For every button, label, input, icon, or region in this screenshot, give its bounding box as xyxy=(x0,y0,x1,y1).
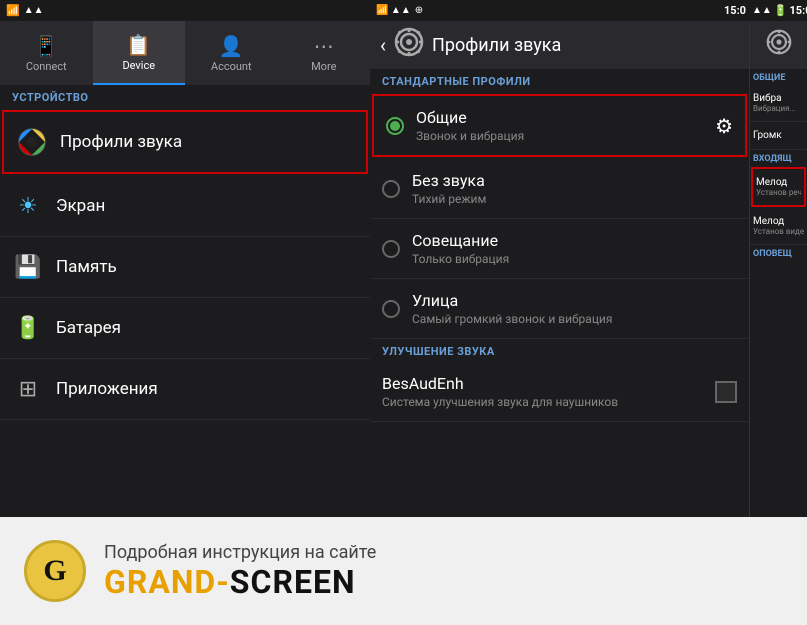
signal-icon-mid: 📶 ▲▲ xyxy=(376,5,411,16)
banner-logo-letter: G xyxy=(43,554,66,588)
tab-more-label: More xyxy=(311,60,336,73)
status-time-mid: 15:0 xyxy=(724,4,746,17)
middle-title-text: Профили звука xyxy=(432,35,561,56)
sound-profiles-label: Профили звука xyxy=(60,132,182,152)
profile-info-meeting: Совещание Только вибрация xyxy=(412,231,737,266)
radio-btn-silent[interactable] xyxy=(382,180,400,198)
profile-item-street[interactable]: Улица Самый громкий звонок и вибрация xyxy=(370,279,749,339)
wifi-icon: 📶 xyxy=(6,4,20,17)
bottom-banner: G Подробная инструкция на сайте GRAND-SC… xyxy=(0,517,807,625)
status-time-right: 15:0 xyxy=(790,4,807,17)
enhance-info: BesAudEnh Система улучшения звука для на… xyxy=(382,374,715,409)
tab-connect-label: Connect xyxy=(26,60,67,73)
back-arrow-icon[interactable]: ‹ xyxy=(380,33,386,57)
more-icon: ⋯ xyxy=(314,34,334,58)
apps-label: Приложения xyxy=(56,379,158,399)
battery-icon-right: 🔋 xyxy=(774,4,788,17)
gps-icon: ⊕ xyxy=(415,5,423,16)
radio-btn-street[interactable] xyxy=(382,300,400,318)
right-general-header: ОБЩИЕ xyxy=(750,69,807,85)
profile-name-meeting: Совещание xyxy=(412,231,737,250)
tab-more[interactable]: ⋯ More xyxy=(278,21,371,85)
right-item-melody1-title: Мелод xyxy=(756,177,801,188)
right-item-melody1[interactable]: Мелод Установ речевых xyxy=(751,167,806,207)
profile-info-street: Улица Самый громкий звонок и вибрация xyxy=(412,291,737,326)
left-section-header: УСТРОЙСТВО xyxy=(0,85,370,108)
profile-info-general: Общие Звонок и вибрация xyxy=(416,108,715,143)
banner-subtitle: Подробная инструкция на сайте xyxy=(104,542,376,563)
right-notif-header: ОПОВЕЩ xyxy=(750,245,807,261)
right-item-melody2-title: Мелод xyxy=(753,216,804,227)
profile-desc-street: Самый громкий звонок и вибрация xyxy=(412,312,737,326)
apps-icon: ⊞ xyxy=(12,373,44,405)
tab-device-label: Device xyxy=(122,59,155,72)
profile-item-silent[interactable]: Без звука Тихий режим xyxy=(370,159,749,219)
banner-brand: GRAND-SCREEN xyxy=(104,563,376,601)
menu-item-sound-profiles[interactable]: Профили звука xyxy=(2,110,368,174)
profile-name-general: Общие xyxy=(416,108,715,127)
banner-logo: G xyxy=(24,540,86,602)
device-icon: 📋 xyxy=(126,33,151,57)
right-panel: ОБЩИЕ Вибра Вибрация... Громк ВХОДЯЩ Мел… xyxy=(750,21,807,517)
sound-profiles-icon xyxy=(16,126,48,158)
right-item-volume-title: Громк xyxy=(753,130,804,141)
screen-icon: ☀ xyxy=(12,190,44,222)
tab-connect[interactable]: 📱 Connect xyxy=(0,21,93,85)
profile-name-silent: Без звука xyxy=(412,171,737,190)
battery-label: Батарея xyxy=(56,318,121,338)
middle-title-icon xyxy=(394,27,424,64)
right-item-melody1-desc: Установ речевых xyxy=(756,188,801,197)
banner-brand-part1: GRAND- xyxy=(104,563,230,601)
menu-item-apps[interactable]: ⊞ Приложения xyxy=(0,359,370,420)
right-item-melody2-desc: Установ видеовы xyxy=(753,227,804,236)
right-item-vibra1[interactable]: Вибра Вибрация... xyxy=(750,85,807,122)
right-item-volume[interactable]: Громк xyxy=(750,122,807,150)
tab-device[interactable]: 📋 Device xyxy=(93,21,186,85)
screen-label: Экран xyxy=(56,196,105,216)
enhance-desc: Система улучшения звука для наушников xyxy=(382,395,715,409)
tab-account-label: Account xyxy=(211,60,252,73)
banner-text-block: Подробная инструкция на сайте GRAND-SCRE… xyxy=(104,542,376,601)
left-panel: 📱 Connect 📋 Device 👤 Account ⋯ More УСТР… xyxy=(0,21,370,517)
enhance-item[interactable]: BesAudEnh Система улучшения звука для на… xyxy=(370,362,749,422)
gear-icon-general[interactable]: ⚙ xyxy=(715,114,733,138)
right-item-vibra1-title: Вибра xyxy=(753,93,804,104)
radio-btn-general[interactable] xyxy=(386,117,404,135)
middle-panel: ‹ Профили звука xyxy=(370,21,750,517)
signal-icon: ▲▲ xyxy=(24,5,44,16)
middle-panel-header: ‹ Профили звука xyxy=(370,21,749,69)
connect-icon: 📱 xyxy=(34,34,59,58)
profile-desc-meeting: Только вибрация xyxy=(412,252,737,266)
account-icon: 👤 xyxy=(219,34,244,58)
right-item-melody2[interactable]: Мелод Установ видеовы xyxy=(750,208,807,245)
profile-item-meeting[interactable]: Совещание Только вибрация xyxy=(370,219,749,279)
profile-item-general[interactable]: Общие Звонок и вибрация ⚙ xyxy=(372,94,747,157)
profile-name-street: Улица xyxy=(412,291,737,310)
banner-brand-part2: SCREEN xyxy=(230,563,356,601)
right-incoming-header: ВХОДЯЩ xyxy=(750,150,807,166)
memory-label: Память xyxy=(56,257,117,277)
profile-desc-silent: Тихий режим xyxy=(412,192,737,206)
enhance-checkbox[interactable] xyxy=(715,381,737,403)
menu-item-battery[interactable]: 🔋 Батарея xyxy=(0,298,370,359)
menu-item-memory[interactable]: 💾 Память xyxy=(0,237,370,298)
enhance-name: BesAudEnh xyxy=(382,374,715,393)
right-item-vibra1-desc: Вибрация... xyxy=(753,104,804,113)
menu-item-screen[interactable]: ☀ Экран xyxy=(0,176,370,237)
right-header-icon xyxy=(766,29,792,61)
tab-account[interactable]: 👤 Account xyxy=(185,21,278,85)
profile-desc-general: Звонок и вибрация xyxy=(416,129,715,143)
middle-section-header-enhance: УЛУЧШЕНИЕ ЗВУКА xyxy=(370,339,749,362)
right-panel-header xyxy=(750,21,807,69)
profile-info-silent: Без звука Тихий режим xyxy=(412,171,737,206)
radio-btn-meeting[interactable] xyxy=(382,240,400,258)
signal-icon-right: ▲▲ xyxy=(752,5,772,16)
battery-icon: 🔋 xyxy=(12,312,44,344)
memory-icon: 💾 xyxy=(12,251,44,283)
tab-bar: 📱 Connect 📋 Device 👤 Account ⋯ More xyxy=(0,21,370,85)
middle-section-header-standard: СТАНДАРТНЫЕ ПРОФИЛИ xyxy=(370,69,749,92)
